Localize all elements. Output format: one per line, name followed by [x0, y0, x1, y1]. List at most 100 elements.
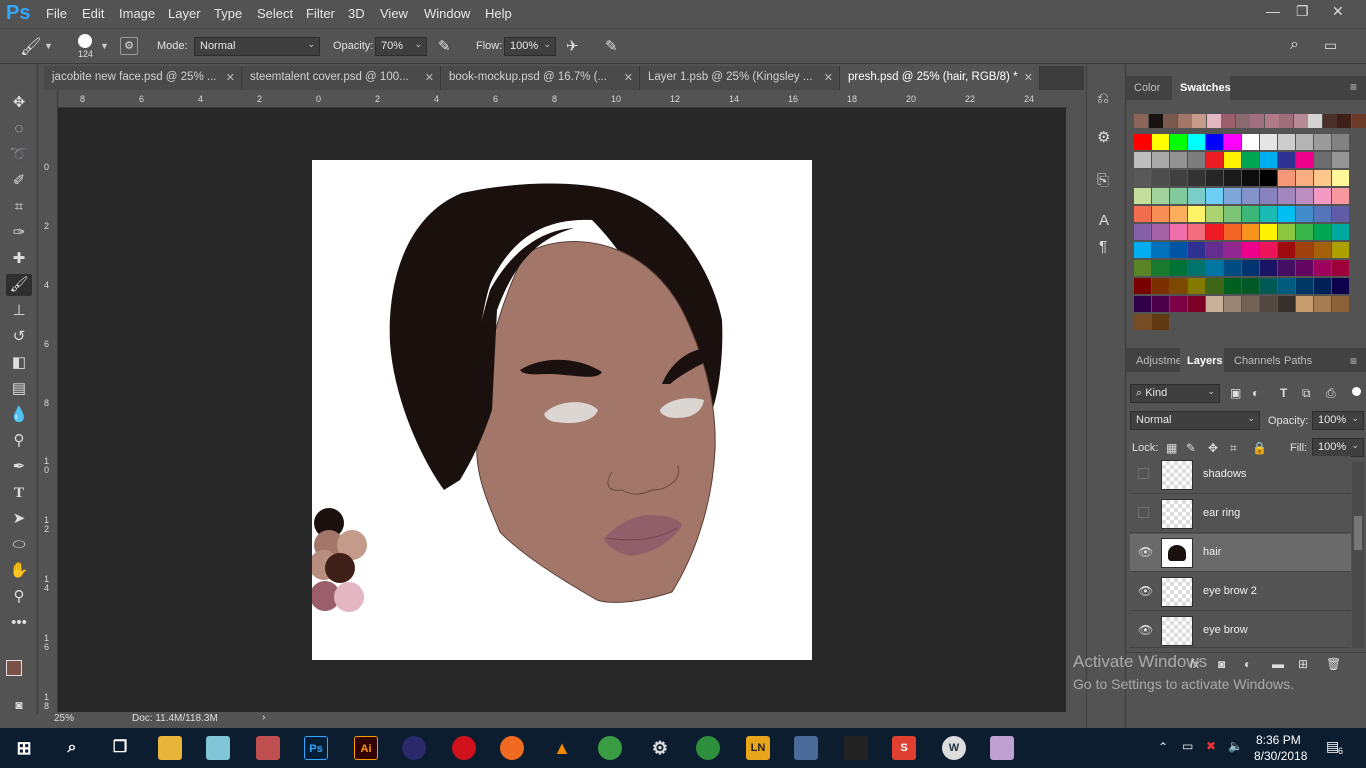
color-swatch[interactable]: [1188, 206, 1205, 222]
layer-row-active[interactable]: 👁 hair: [1130, 534, 1351, 572]
layer-row[interactable]: ear ring: [1130, 495, 1351, 533]
color-swatch[interactable]: [1134, 152, 1151, 168]
app-icon[interactable]: [990, 736, 1014, 760]
photoshop-taskbar-icon[interactable]: Ps: [304, 736, 328, 760]
color-swatch[interactable]: [1188, 278, 1205, 294]
tab-channels[interactable]: Channels: [1234, 355, 1280, 367]
color-swatch[interactable]: [1296, 206, 1313, 222]
layer-kind-filter[interactable]: ⌕ Kind ⌄: [1130, 384, 1220, 403]
color-swatch[interactable]: [1278, 224, 1295, 240]
mask-icon[interactable]: ◙: [1218, 657, 1225, 671]
color-swatch[interactable]: [1134, 224, 1151, 240]
battery-icon[interactable]: ▭: [1182, 739, 1193, 753]
panel-menu-icon[interactable]: ≡: [1350, 354, 1357, 368]
color-swatch[interactable]: [1134, 242, 1151, 258]
menu-help[interactable]: Help: [485, 6, 512, 21]
lock-transparent-icon[interactable]: ▦: [1166, 441, 1177, 455]
group-icon[interactable]: ▬: [1272, 657, 1284, 671]
layer-name[interactable]: eye brow 2: [1203, 585, 1257, 597]
menu-layer[interactable]: Layer: [168, 6, 201, 21]
color-swatch[interactable]: [1152, 152, 1169, 168]
color-swatch[interactable]: [1224, 260, 1241, 276]
tab-document[interactable]: book-mockup.psd @ 16.7% (... ✕: [441, 66, 640, 90]
color-swatch[interactable]: [1337, 114, 1351, 128]
minimize-button[interactable]: —: [1266, 3, 1280, 19]
fill-field[interactable]: 100% ⌄: [1312, 438, 1364, 457]
color-swatch[interactable]: [1224, 170, 1241, 186]
app-icon[interactable]: [794, 736, 818, 760]
chevron-down-icon[interactable]: ▼: [100, 41, 109, 51]
tab-document-active[interactable]: presh.psd @ 25% (hair, RGB/8) * ✕: [840, 66, 1040, 90]
color-swatch[interactable]: [1296, 296, 1313, 312]
tab-document[interactable]: steemtalent cover.psd @ 100... ✕: [242, 66, 441, 90]
color-swatch[interactable]: [1332, 170, 1349, 186]
color-swatch[interactable]: [1177, 114, 1192, 128]
filter-toggle-icon[interactable]: [1352, 387, 1361, 396]
color-swatch[interactable]: [1314, 278, 1331, 294]
color-swatch[interactable]: [1224, 134, 1241, 150]
color-swatch[interactable]: [1332, 224, 1349, 240]
color-swatch[interactable]: [1278, 152, 1295, 168]
eye-icon[interactable]: 👁: [1138, 623, 1153, 637]
layer-name[interactable]: eye brow: [1203, 624, 1248, 636]
close-icon[interactable]: ✕: [425, 71, 434, 84]
zoom-tool-icon[interactable]: ⚲: [6, 586, 32, 608]
color-swatch[interactable]: [1206, 242, 1223, 258]
color-swatch[interactable]: [1260, 278, 1277, 294]
color-swatch[interactable]: [1293, 114, 1308, 128]
tab-color[interactable]: Color: [1134, 82, 1160, 94]
color-swatch[interactable]: [1206, 114, 1221, 128]
gradient-tool-icon[interactable]: ▤: [6, 378, 32, 400]
tab-document[interactable]: jacobite new face.psd @ 25% ... ✕: [44, 66, 242, 90]
color-swatch[interactable]: [1242, 296, 1259, 312]
color-swatch[interactable]: [1314, 134, 1331, 150]
menu-type[interactable]: Type: [214, 6, 242, 21]
color-swatch[interactable]: [1170, 206, 1187, 222]
color-swatch[interactable]: [1134, 296, 1151, 312]
color-swatch[interactable]: [1314, 242, 1331, 258]
color-swatch[interactable]: [1206, 134, 1223, 150]
filter-smart-icon[interactable]: ⎙: [1326, 386, 1336, 401]
opera-icon[interactable]: [452, 736, 476, 760]
color-swatch[interactable]: [1242, 152, 1259, 168]
color-swatch[interactable]: [1170, 134, 1187, 150]
move-tool-icon[interactable]: ✥: [6, 92, 32, 114]
app-icon[interactable]: [696, 736, 720, 760]
color-swatch[interactable]: [1206, 260, 1223, 276]
menu-image[interactable]: Image: [119, 6, 155, 21]
color-swatch[interactable]: [1152, 242, 1169, 258]
windows-start-icon[interactable]: ⊞: [12, 736, 36, 760]
healing-tool-icon[interactable]: ✚: [6, 248, 32, 270]
eyedropper-tool-icon[interactable]: ✑: [6, 222, 32, 244]
tab-adjustments[interactable]: Adjustme: [1136, 355, 1182, 367]
clock-date[interactable]: 8/30/2018: [1254, 749, 1307, 763]
more-tools-icon[interactable]: •••: [6, 612, 32, 634]
menu-window[interactable]: Window: [424, 6, 470, 21]
layer-name[interactable]: hair: [1203, 546, 1221, 558]
close-icon[interactable]: ✕: [624, 71, 633, 84]
history-brush-tool-icon[interactable]: ↺: [6, 326, 32, 348]
pen-tool-icon[interactable]: ✒: [6, 456, 32, 478]
trash-icon[interactable]: 🗑: [1326, 657, 1341, 671]
color-swatch[interactable]: [1170, 278, 1187, 294]
color-swatch[interactable]: [1224, 224, 1241, 240]
zoom-level[interactable]: 25%: [54, 713, 74, 724]
search-icon[interactable]: ⌕: [1290, 36, 1299, 54]
color-swatch[interactable]: [1260, 188, 1277, 204]
color-swatch[interactable]: [1278, 296, 1295, 312]
color-swatch[interactable]: [1260, 170, 1277, 186]
task-view-icon[interactable]: ❐: [108, 736, 132, 760]
lasso-tool-icon[interactable]: ➰: [6, 144, 32, 166]
color-swatch[interactable]: [1152, 314, 1169, 330]
filter-adjustment-icon[interactable]: ◐: [1252, 386, 1259, 400]
color-swatch[interactable]: [1188, 152, 1205, 168]
color-swatch[interactable]: [1170, 296, 1187, 312]
app-icon[interactable]: LN: [746, 736, 770, 760]
color-swatch[interactable]: [1332, 278, 1349, 294]
layer-row[interactable]: shadows: [1130, 456, 1351, 494]
color-swatch[interactable]: [1296, 260, 1313, 276]
menu-filter[interactable]: Filter: [306, 6, 335, 21]
menu-edit[interactable]: Edit: [82, 6, 104, 21]
color-swatch[interactable]: [1260, 206, 1277, 222]
color-swatch[interactable]: [1296, 224, 1313, 240]
